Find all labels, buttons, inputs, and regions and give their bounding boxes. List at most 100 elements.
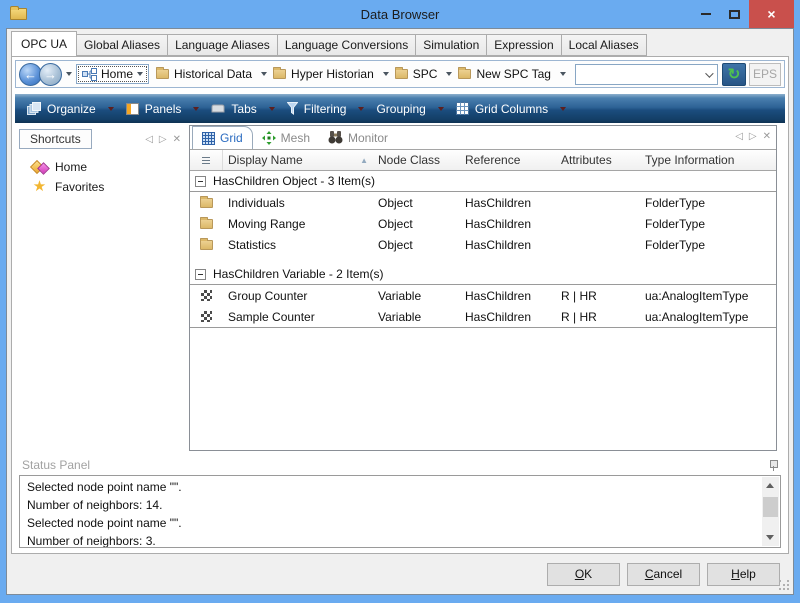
cell-type-information: FolderType [640,213,776,234]
scroll-down-icon[interactable] [766,535,774,540]
browser-grid-panel: Grid Mesh [189,125,777,451]
breadcrumb-item-historical-data[interactable]: Historical Data [153,67,270,81]
help-button[interactable]: Help [707,563,780,586]
group-rows-variable: Group Counter Variable HasChildren R | H… [190,285,776,328]
close-button[interactable]: × [749,0,794,28]
view-tab-grid[interactable]: Grid [192,126,253,149]
filtering-dropdown-icon[interactable] [358,107,364,111]
tabs-menu[interactable]: Tabs [205,94,262,123]
collapse-icon[interactable] [195,176,206,187]
breadcrumb-label: New SPC Tag [476,67,550,81]
group-header-variable[interactable]: HasChildren Variable - 2 Item(s) [190,264,776,285]
folder-icon [200,240,213,250]
grouping-menu[interactable]: Grouping [370,94,431,123]
star-icon: ★ [31,179,48,194]
tab-language-conversions[interactable]: Language Conversions [277,34,416,56]
monitor-binoculars-icon [328,131,343,144]
home-breadcrumb-dropdown[interactable]: Home [76,64,149,84]
cell-attributes [556,192,640,213]
close-icon: × [767,6,775,22]
column-header-reference[interactable]: Reference [460,150,556,170]
organize-menu[interactable]: Organize [21,94,102,123]
tab-local-aliases[interactable]: Local Aliases [561,34,647,56]
view-tab-mesh[interactable]: Mesh [253,126,319,149]
table-row[interactable]: Moving Range Object HasChildren FolderTy… [190,213,776,234]
address-combobox[interactable] [575,64,718,85]
chevron-down-icon[interactable] [446,72,452,76]
sidebar-item-favorites[interactable]: ★ Favorites [19,178,189,195]
scroll-right-icon[interactable]: ▷ [159,134,167,145]
cell-display-name: Group Counter [223,285,373,306]
chevron-down-icon[interactable] [383,72,389,76]
group-rows-object: Individuals Object HasChildren FolderTyp… [190,192,776,255]
column-header-label: Display Name [228,153,303,167]
column-header-type-information[interactable]: Type Information [640,150,776,170]
history-dropdown-arrow-icon[interactable] [66,72,72,76]
group-header-object[interactable]: HasChildren Object - 3 Item(s) [190,171,776,192]
organize-label: Organize [47,102,96,116]
maximize-button[interactable] [720,4,749,25]
grid-columns-menu[interactable]: Grid Columns [450,94,554,123]
breadcrumb-item-new-spc-tag[interactable]: New SPC Tag [455,67,568,81]
shortcuts-panel: Shortcuts ◁ ▷ ✕ Home ★ [12,125,189,451]
scroll-up-icon[interactable] [766,483,774,488]
scrollbar-thumb[interactable] [763,497,778,517]
filtering-menu[interactable]: Filtering [281,94,353,123]
panels-menu[interactable]: Panels [120,94,188,123]
scroll-right-icon[interactable]: ▷ [749,131,757,142]
status-line: Selected node point name "". [27,478,756,496]
column-header-display-name[interactable]: Display Name ▲ [223,150,373,170]
grid-columns-dropdown-icon[interactable] [560,107,566,111]
refresh-button[interactable]: ↻ [722,63,746,86]
cell-type-information: ua:AnalogItemType [640,306,776,327]
icon-column-header[interactable] [190,150,223,170]
ok-button[interactable]: OK [547,563,620,586]
table-row[interactable]: Group Counter Variable HasChildren R | H… [190,285,776,306]
grouping-dropdown-icon[interactable] [438,107,444,111]
table-row[interactable]: Sample Counter Variable HasChildren R | … [190,306,776,327]
table-row[interactable]: Statistics Object HasChildren FolderType [190,234,776,255]
status-panel-title: Status Panel [22,458,90,472]
forward-button[interactable]: → [39,63,62,86]
folder-icon [458,69,471,79]
address-input[interactable] [576,65,717,84]
tab-simulation[interactable]: Simulation [415,34,487,56]
dialog-body: OPC UA Global Aliases Language Aliases L… [6,28,794,595]
column-header-attributes[interactable]: Attributes [556,150,640,170]
scroll-left-icon[interactable]: ◁ [145,134,153,145]
close-panel-icon[interactable]: ✕ [173,134,181,145]
tab-global-aliases[interactable]: Global Aliases [76,34,168,56]
tab-opc-ua[interactable]: OPC UA [11,31,77,57]
column-header-node-class[interactable]: Node Class [373,150,460,170]
cell-type-information: ua:AnalogItemType [640,285,776,306]
minimize-button[interactable] [691,4,720,25]
chevron-down-icon[interactable] [261,72,267,76]
status-line: Number of neighbors: 14. [27,496,756,514]
sidebar-item-home[interactable]: Home [19,158,189,175]
collapse-icon[interactable] [195,269,206,280]
organize-dropdown-icon[interactable] [108,107,114,111]
cell-display-name: Individuals [223,192,373,213]
breadcrumb-item-hyper-historian[interactable]: Hyper Historian [270,67,392,81]
data-browser-window: Data Browser × OPC UA Global Aliases Lan… [0,0,800,603]
close-panel-icon[interactable]: ✕ [763,131,771,142]
tabs-dropdown-icon[interactable] [269,107,275,111]
eps-button[interactable]: EPS [749,63,781,86]
cell-node-class: Object [373,234,460,255]
variable-icon [201,311,212,322]
cancel-button[interactable]: Cancel [627,563,700,586]
status-scrollbar[interactable] [762,477,779,546]
chevron-down-icon [137,72,143,76]
pin-icon[interactable] [769,460,778,471]
breadcrumb-item-spc[interactable]: SPC [392,67,456,81]
scroll-left-icon[interactable]: ◁ [735,131,743,142]
view-tab-monitor[interactable]: Monitor [319,126,397,149]
table-row[interactable]: Individuals Object HasChildren FolderTyp… [190,192,776,213]
tab-expression[interactable]: Expression [486,34,561,56]
tab-language-aliases[interactable]: Language Aliases [167,34,278,56]
panels-dropdown-icon[interactable] [193,107,199,111]
chevron-down-icon[interactable] [560,72,566,76]
resize-grip[interactable] [779,580,790,591]
folder-icon [200,219,213,229]
top-tabstrip: OPC UA Global Aliases Language Aliases L… [7,29,793,56]
